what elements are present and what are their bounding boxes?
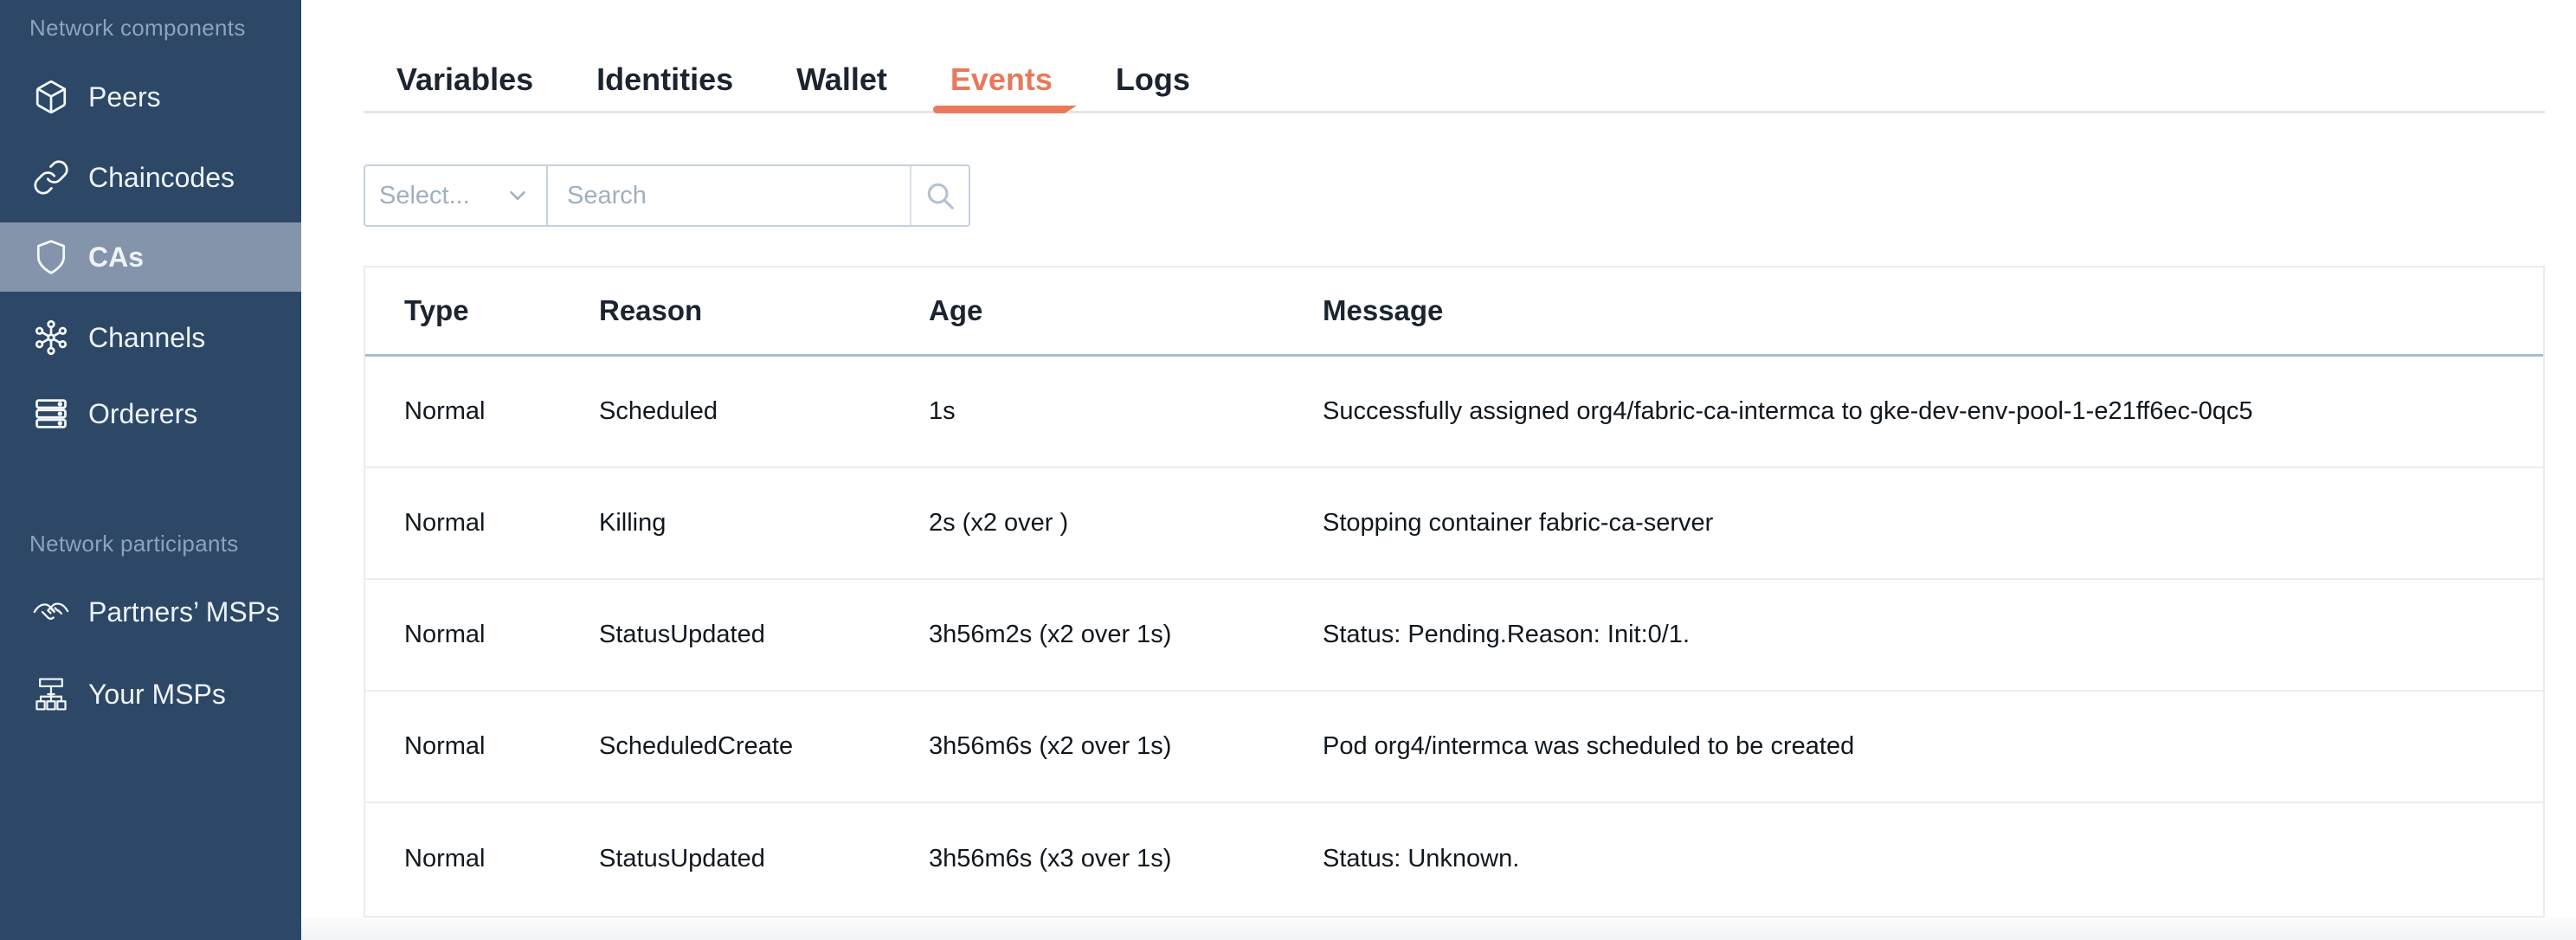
- sidebar-item-cas[interactable]: CAs: [0, 222, 301, 292]
- table-row[interactable]: Normal StatusUpdated 3h56m6s (x3 over 1s…: [365, 803, 2543, 915]
- tab-events[interactable]: Events: [950, 48, 1053, 111]
- cell-reason: StatusUpdated: [560, 845, 890, 873]
- sidebar-item-peers[interactable]: Peers: [0, 62, 301, 132]
- cube-icon: [31, 77, 71, 117]
- sidebar-item-partners-msps[interactable]: Partners’ MSPs: [0, 577, 301, 647]
- cell-type: Normal: [365, 621, 560, 649]
- cell-type: Normal: [365, 397, 560, 426]
- tab-variables[interactable]: Variables: [396, 48, 533, 111]
- cell-age: 3h56m2s (x2 over 1s): [890, 621, 1284, 649]
- filter-select[interactable]: Select...: [364, 164, 548, 227]
- sidebar-item-chaincodes[interactable]: Chaincodes: [0, 143, 301, 212]
- chain-link-icon: [31, 158, 71, 197]
- tab-bar: Variables Identities Wallet Events Logs: [364, 48, 2545, 113]
- tab-identities[interactable]: Identities: [596, 48, 733, 111]
- events-table: Type Reason Age Message Normal Scheduled…: [364, 266, 2545, 917]
- cell-type: Normal: [365, 509, 560, 538]
- column-header-age: Age: [890, 294, 1284, 327]
- chevron-down-icon: [505, 183, 531, 209]
- cell-message: Successfully assigned org4/fabric-ca-int…: [1284, 397, 2543, 426]
- sidebar-item-label: CAs: [88, 241, 144, 274]
- sidebar-item-label: Channels: [88, 322, 205, 354]
- page-bottom-strip: [301, 917, 2576, 940]
- cell-age: 3h56m6s (x2 over 1s): [890, 732, 1284, 761]
- table-row[interactable]: Normal ScheduledCreate 3h56m6s (x2 over …: [365, 692, 2543, 803]
- sidebar-section-network-participants: Network participants: [29, 531, 239, 557]
- cell-age: 2s (x2 over ): [890, 509, 1284, 538]
- sidebar-item-label: Your MSPs: [88, 679, 226, 711]
- handshake-icon: [31, 592, 71, 632]
- cell-age: 3h56m6s (x3 over 1s): [890, 845, 1284, 873]
- search-input[interactable]: [548, 166, 910, 225]
- cell-reason: ScheduledCreate: [560, 732, 890, 761]
- table-row[interactable]: Normal Killing 2s (x2 over ) Stopping co…: [365, 468, 2543, 580]
- cell-type: Normal: [365, 845, 560, 873]
- network-hub-icon: [31, 318, 71, 357]
- cell-reason: StatusUpdated: [560, 621, 890, 649]
- cell-message: Status: Unknown.: [1284, 845, 2543, 873]
- sidebar-item-orderers[interactable]: Orderers: [0, 379, 301, 448]
- sidebar-item-label: Partners’ MSPs: [88, 596, 280, 628]
- org-chart-icon: [31, 674, 71, 714]
- search-box: [548, 164, 970, 227]
- cell-type: Normal: [365, 732, 560, 761]
- filter-bar: Select...: [364, 164, 970, 227]
- column-header-message: Message: [1284, 294, 2543, 327]
- server-stack-icon: [31, 394, 71, 434]
- cell-reason: Killing: [560, 509, 890, 538]
- events-table-header: Type Reason Age Message: [365, 267, 2543, 357]
- sidebar-item-label: Orderers: [88, 398, 197, 430]
- search-icon: [924, 179, 956, 212]
- sidebar-item-label: Peers: [88, 81, 161, 113]
- column-header-reason: Reason: [560, 294, 890, 327]
- cell-message: Pod org4/intermca was scheduled to be cr…: [1284, 732, 2543, 761]
- sidebar-item-your-msps[interactable]: Your MSPs: [0, 660, 301, 729]
- cell-reason: Scheduled: [560, 397, 890, 426]
- column-header-type: Type: [365, 294, 560, 327]
- cell-age: 1s: [890, 397, 1284, 426]
- cell-message: Status: Pending.Reason: Init:0/1.: [1284, 621, 2543, 649]
- cell-message: Stopping container fabric-ca-server: [1284, 509, 2543, 538]
- table-row[interactable]: Normal Scheduled 1s Successfully assigne…: [365, 357, 2543, 468]
- table-row[interactable]: Normal StatusUpdated 3h56m2s (x2 over 1s…: [365, 580, 2543, 692]
- tab-wallet[interactable]: Wallet: [796, 48, 887, 111]
- sidebar: Network components Peers Chaincodes CAs: [0, 0, 301, 940]
- filter-select-value: Select...: [379, 182, 470, 210]
- search-button[interactable]: [910, 166, 969, 225]
- shield-icon: [31, 237, 71, 277]
- sidebar-item-label: Chaincodes: [88, 162, 235, 194]
- sidebar-item-channels[interactable]: Channels: [0, 303, 301, 372]
- tab-logs[interactable]: Logs: [1116, 48, 1190, 111]
- sidebar-section-network-components: Network components: [29, 15, 246, 42]
